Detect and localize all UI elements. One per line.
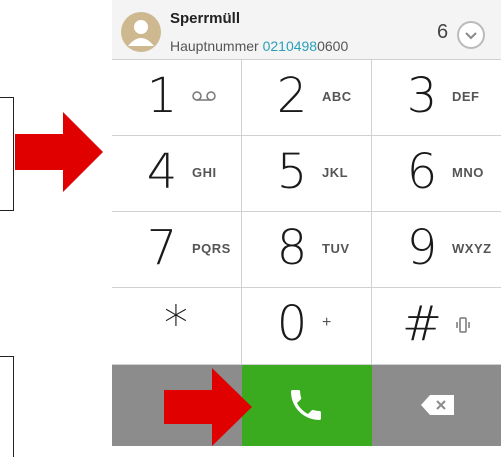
key-digit: 2 xyxy=(276,68,308,124)
contact-header[interactable]: Sperrmüll Hauptnummer 02104980600 6 xyxy=(112,0,501,60)
vibrate-icon xyxy=(456,317,470,333)
match-count: 6 xyxy=(437,21,449,43)
key-1[interactable]: 1 xyxy=(112,60,242,136)
key-hash[interactable]: # xyxy=(372,288,501,365)
chevron-down-icon xyxy=(465,32,477,40)
key-digit: 3 xyxy=(406,68,438,124)
key-digit: * xyxy=(164,296,188,352)
key-digit: 0 xyxy=(276,296,308,352)
key-0[interactable]: 0 + xyxy=(242,288,372,365)
key-digit: 8 xyxy=(276,220,308,276)
key-letters: ABC xyxy=(322,89,352,104)
key-letters: + xyxy=(322,314,332,331)
key-digit: 4 xyxy=(146,144,178,200)
key-star[interactable]: * xyxy=(112,288,242,365)
key-letters: PQRS xyxy=(192,241,231,256)
red-arrow-icon xyxy=(15,112,103,192)
key-8[interactable]: 8 TUV xyxy=(242,212,372,288)
key-letters: JKL xyxy=(322,165,349,180)
key-4[interactable]: 4 GHI xyxy=(112,136,242,212)
phone-icon xyxy=(291,390,321,420)
left-frame-top xyxy=(0,97,14,211)
avatar xyxy=(121,12,161,52)
dial-pad: 1 2 ABC 3 DEF 4 GHI 5 JKL 6 MNO 7 PQRS 8… xyxy=(112,60,501,365)
call-button[interactable] xyxy=(242,365,372,446)
left-frame-bottom xyxy=(0,356,14,457)
key-digit: 7 xyxy=(146,220,178,276)
key-digit: 6 xyxy=(406,144,438,200)
key-letters: TUV xyxy=(322,241,350,256)
number-match: 0210498 xyxy=(262,38,318,54)
key-9[interactable]: 9 WXYZ xyxy=(372,212,501,288)
contact-name: Sperrmüll xyxy=(170,10,241,27)
key-2[interactable]: 2 ABC xyxy=(242,60,372,136)
contact-number-line: Hauptnummer 02104980600 xyxy=(170,38,348,54)
voicemail-icon xyxy=(192,91,216,101)
red-arrow-icon xyxy=(164,368,252,446)
key-5[interactable]: 5 JKL xyxy=(242,136,372,212)
key-digit: # xyxy=(401,296,443,352)
expand-button[interactable] xyxy=(457,21,485,49)
key-3[interactable]: 3 DEF xyxy=(372,60,501,136)
key-digit: 1 xyxy=(146,68,178,124)
key-7[interactable]: 7 PQRS xyxy=(112,212,242,288)
key-letters: GHI xyxy=(192,165,217,180)
key-digit: 9 xyxy=(406,220,438,276)
key-digit: 5 xyxy=(276,144,308,200)
contact-avatar-icon xyxy=(128,20,154,46)
key-letters: MNO xyxy=(452,165,484,180)
key-6[interactable]: 6 MNO xyxy=(372,136,501,212)
number-rest: 0600 xyxy=(317,38,349,54)
delete-button[interactable] xyxy=(372,365,501,446)
number-label: Hauptnummer xyxy=(170,38,259,54)
key-letters: DEF xyxy=(452,89,480,104)
key-letters: WXYZ xyxy=(452,241,492,256)
backspace-icon xyxy=(421,395,454,415)
